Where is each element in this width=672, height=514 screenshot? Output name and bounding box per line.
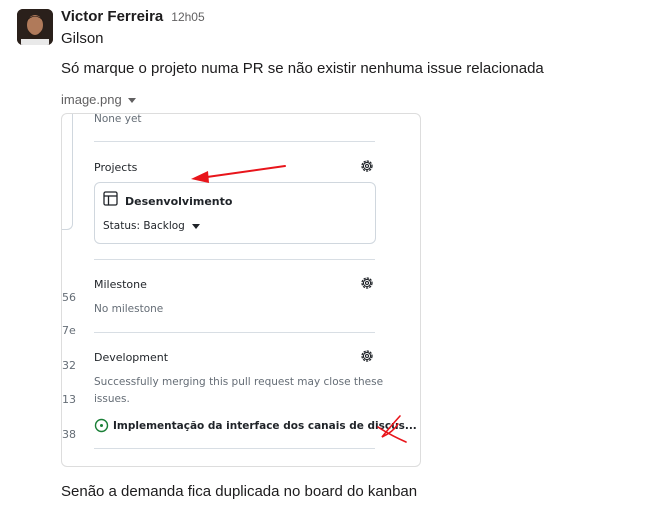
projects-title: Projects [94, 161, 138, 174]
project-status-dropdown: Status: Backlog [103, 220, 200, 232]
chevron-down-icon [127, 98, 136, 103]
attachment-file-name: image.png [61, 92, 122, 107]
linked-issue-title: Implementação da interface dos canais de… [113, 419, 417, 432]
attachment-image[interactable]: 56 7e 32 13 38 None yet Projects Desenvo… [61, 113, 421, 467]
message-line: Gilson [61, 30, 104, 47]
table-icon [103, 191, 118, 206]
message-header: Victor Ferreira 12h05 [61, 8, 205, 25]
development-note: Successfully merging this pull request m… [94, 376, 384, 388]
line-number: 13 [62, 393, 76, 406]
development-title: Development [94, 351, 169, 364]
avatar-image [17, 9, 53, 45]
red-arrow-annotation [191, 165, 286, 183]
message-line: Só marque o projeto numa PR se não exist… [61, 60, 544, 77]
linked-issue: Implementação da interface dos canais de… [94, 418, 417, 433]
reviewers-empty-text: None yet [94, 113, 142, 125]
cropped-panel-edge [62, 114, 73, 230]
gear-icon [361, 350, 373, 362]
chevron-down-icon [191, 223, 200, 229]
avatar[interactable] [17, 9, 53, 45]
line-number: 38 [62, 428, 76, 441]
divider [94, 332, 375, 333]
message-line: Senão a demanda fica duplicada no board … [61, 483, 418, 500]
gear-icon [361, 160, 373, 172]
attachment-toggle[interactable]: image.png [61, 92, 136, 107]
line-number: 7e [62, 324, 76, 337]
project-status-label: Status: Backlog [103, 220, 185, 232]
issue-open-icon [94, 418, 109, 433]
development-note: issues. [94, 393, 130, 405]
line-number: 32 [62, 359, 76, 372]
milestone-title: Milestone [94, 278, 147, 291]
milestone-value: No milestone [94, 303, 164, 315]
gear-icon [361, 277, 373, 289]
line-number: 56 [62, 291, 76, 304]
message-timestamp[interactable]: 12h05 [171, 10, 204, 24]
project-card: Desenvolvimento Status: Backlog [94, 182, 376, 244]
divider [94, 448, 375, 449]
divider [94, 141, 375, 142]
project-name: Desenvolvimento [125, 195, 233, 208]
author-name[interactable]: Victor Ferreira [61, 8, 163, 25]
divider [94, 259, 375, 260]
